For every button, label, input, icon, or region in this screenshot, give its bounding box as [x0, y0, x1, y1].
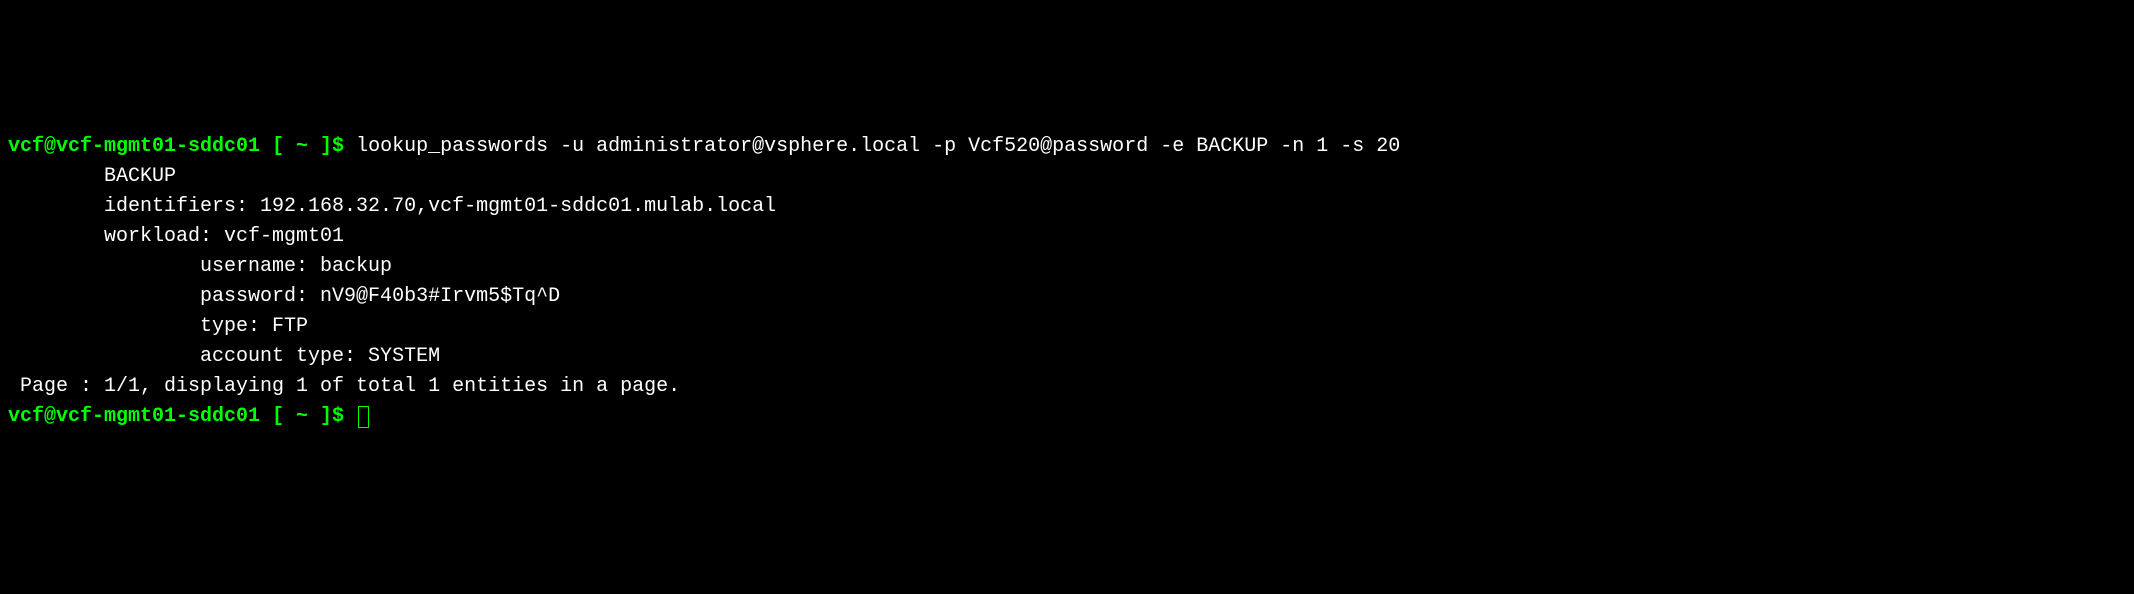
- output-workload: workload: vcf-mgmt01: [8, 222, 2126, 252]
- command-text: lookup_passwords -u administrator@vspher…: [356, 135, 1400, 158]
- output-account-type: account type: SYSTEM: [8, 342, 2126, 372]
- output-header: BACKUP: [8, 162, 2126, 192]
- prompt-path: [ ~ ]$: [260, 135, 356, 158]
- output-password: password: nV9@F40b3#Irvm5$Tq^D: [8, 282, 2126, 312]
- output-type: type: FTP: [8, 312, 2126, 342]
- cursor-icon: [358, 406, 369, 428]
- output-pager: Page : 1/1, displaying 1 of total 1 enti…: [8, 372, 2126, 402]
- prompt-userhost: vcf@vcf-mgmt01-sddc01: [8, 135, 260, 158]
- prompt-line-2: vcf@vcf-mgmt01-sddc01 [ ~ ]$: [8, 402, 2126, 432]
- output-identifiers: identifiers: 192.168.32.70,vcf-mgmt01-sd…: [8, 192, 2126, 222]
- prompt-line-1: vcf@vcf-mgmt01-sddc01 [ ~ ]$ lookup_pass…: [8, 132, 2126, 162]
- output-username: username: backup: [8, 252, 2126, 282]
- terminal-output[interactable]: vcf@vcf-mgmt01-sddc01 [ ~ ]$ lookup_pass…: [8, 132, 2126, 432]
- prompt-userhost: vcf@vcf-mgmt01-sddc01: [8, 405, 260, 428]
- prompt-path: [ ~ ]$: [260, 405, 356, 428]
